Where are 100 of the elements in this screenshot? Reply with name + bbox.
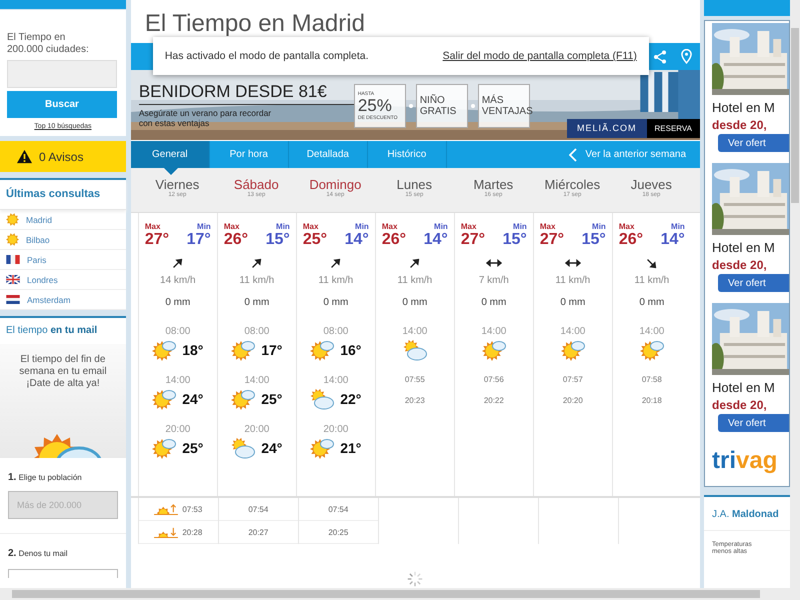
day-name: Lunes bbox=[396, 177, 432, 192]
min-label: Min bbox=[671, 222, 685, 231]
email-field[interactable] bbox=[8, 569, 118, 578]
rainfall: 0 mm bbox=[560, 297, 586, 308]
view-offer-button[interactable]: Ver ofert bbox=[718, 414, 790, 432]
min-temperature: 15° bbox=[266, 231, 290, 249]
period-temperature: 25° bbox=[182, 440, 204, 456]
hotel-ad[interactable]: Hotel en M desde 20, Ver ofert Hotel en M desde 20, Ver ofert Hotel en M desde 20, Ver ofert trivag bbox=[704, 20, 790, 487]
min-temperature: 17° bbox=[186, 231, 211, 249]
max-label: Max bbox=[302, 222, 318, 231]
recent-city-link[interactable]: Londres bbox=[0, 270, 126, 290]
offer-box: MÁS VENTAJAS bbox=[478, 84, 530, 128]
mail-title: El tiempo en tu mail bbox=[5, 324, 98, 338]
step-label: 2. Denos tu mail bbox=[7, 547, 68, 561]
wind-speed: 11 km/h bbox=[555, 275, 590, 286]
recent-title: Últimas consultas bbox=[0, 180, 126, 210]
view-offer-button[interactable]: Ver ofert bbox=[718, 134, 790, 152]
offer-box: NIÑO GRATIS bbox=[416, 84, 468, 128]
rainfall: 0 mm bbox=[244, 297, 270, 308]
day-name: Jueves bbox=[630, 177, 672, 192]
period-time: 20:00 bbox=[244, 424, 270, 435]
period-temperature: 25° bbox=[261, 391, 282, 407]
max-label: Max bbox=[382, 222, 398, 231]
sunrise-time: 07:53 bbox=[182, 504, 202, 514]
hotel-title: Hotel en M bbox=[712, 380, 776, 395]
location-pin-icon[interactable] bbox=[681, 49, 692, 64]
max-temperature: 26° bbox=[382, 231, 406, 249]
ad-subline: Asegúrate un verano para recordar con estas ventajas bbox=[138, 108, 272, 128]
wind-speed: 11 km/h bbox=[318, 275, 354, 286]
rainfall: 0 mm bbox=[402, 297, 428, 308]
min-label: Min bbox=[197, 222, 211, 231]
sunset-time: 20:28 bbox=[182, 528, 202, 536]
flag-icon bbox=[6, 295, 20, 304]
period-time: 14:00 bbox=[402, 326, 428, 337]
period-time: 20:00 bbox=[165, 424, 190, 435]
period-time: 08:00 bbox=[244, 326, 270, 337]
recent-city-link[interactable]: Bilbao bbox=[0, 230, 126, 250]
wind-speed: 7 km/h bbox=[478, 275, 509, 286]
trivago-logo: trivag bbox=[712, 447, 778, 475]
horizontal-scrollbar[interactable] bbox=[0, 588, 800, 600]
mail-text: El tiempo del fin de semana en tu email bbox=[18, 354, 108, 378]
period-temperature: 24° bbox=[261, 440, 282, 456]
day-name: Viernes bbox=[155, 177, 200, 192]
day-name: Sábado bbox=[234, 177, 279, 192]
flag-icon bbox=[6, 255, 20, 264]
previous-week-link[interactable]: Ver la anterior semana bbox=[569, 141, 700, 168]
hotel-title: Hotel en M bbox=[712, 240, 776, 255]
period-temperature: 24° bbox=[182, 391, 204, 407]
rainfall: 0 mm bbox=[639, 297, 664, 308]
sunrise-time: 07:55 bbox=[404, 375, 425, 384]
scroll-thumb[interactable] bbox=[791, 28, 800, 203]
sunrise-icon bbox=[154, 504, 178, 514]
hotel-price: desde 20, bbox=[712, 258, 768, 272]
dot-icon bbox=[408, 104, 413, 108]
period-temperature: 16° bbox=[340, 342, 362, 358]
book-button[interactable]: RESERVA bbox=[646, 119, 700, 138]
min-label: Min bbox=[276, 222, 290, 231]
sunrise-time: 07:54 bbox=[248, 504, 268, 514]
min-label: Min bbox=[434, 222, 448, 231]
vertical-scrollbar[interactable] bbox=[790, 0, 800, 588]
recent-city-link[interactable]: Madrid bbox=[0, 210, 126, 230]
period-time: 14:00 bbox=[560, 326, 586, 337]
step-label: 1. Elige tu población bbox=[7, 471, 83, 485]
hotel-price: desde 20, bbox=[712, 118, 768, 132]
exit-fullscreen-link[interactable]: Salir del modo de pantalla completa (F11) bbox=[442, 50, 637, 62]
min-temperature: 15° bbox=[502, 231, 527, 249]
wind-speed: 11 km/h bbox=[397, 275, 432, 286]
min-temperature: 14° bbox=[660, 231, 685, 249]
loading-spinner-icon bbox=[406, 570, 424, 588]
page-title: El Tiempo en Madrid bbox=[144, 9, 366, 39]
period-time: 14:00 bbox=[639, 326, 664, 337]
view-offer-button[interactable]: Ver ofert bbox=[718, 274, 790, 292]
brand-logo: MELIÃ.COM bbox=[567, 119, 647, 138]
warning-icon bbox=[16, 149, 33, 164]
min-label: Min bbox=[592, 222, 606, 231]
period-time: 08:00 bbox=[323, 326, 348, 337]
max-temperature: 27° bbox=[144, 231, 170, 249]
city-search-field[interactable] bbox=[7, 60, 117, 88]
rainfall: 0 mm bbox=[165, 297, 190, 308]
wind-speed: 14 km/h bbox=[160, 275, 196, 286]
alerts-banner[interactable]: 0 Avisos bbox=[0, 141, 126, 172]
notice-text: Has activado el modo de pantalla completa. bbox=[164, 50, 369, 62]
period-time: 14:00 bbox=[323, 375, 348, 386]
max-label: Max bbox=[618, 222, 634, 231]
day-name: Martes bbox=[473, 177, 514, 192]
max-label: Max bbox=[224, 222, 240, 231]
scroll-thumb[interactable] bbox=[12, 590, 760, 598]
sunrise-time: 07:54 bbox=[328, 504, 348, 514]
sunset-icon bbox=[154, 526, 178, 538]
signup-text: ¡Date de alta ya! bbox=[25, 378, 101, 390]
day-name: Miércoles bbox=[544, 177, 600, 192]
max-label: Max bbox=[540, 222, 556, 231]
share-icon[interactable] bbox=[653, 50, 668, 64]
period-time: 20:00 bbox=[323, 424, 348, 435]
hotel-title: Hotel en M bbox=[712, 100, 776, 115]
recent-city-link[interactable]: Amsterdam bbox=[0, 290, 126, 310]
period-temperature: 21° bbox=[340, 440, 362, 456]
search-button[interactable]: Buscar bbox=[7, 91, 117, 118]
sunset-time: 20:20 bbox=[562, 396, 583, 405]
recent-city-link[interactable]: Paris bbox=[0, 250, 126, 270]
